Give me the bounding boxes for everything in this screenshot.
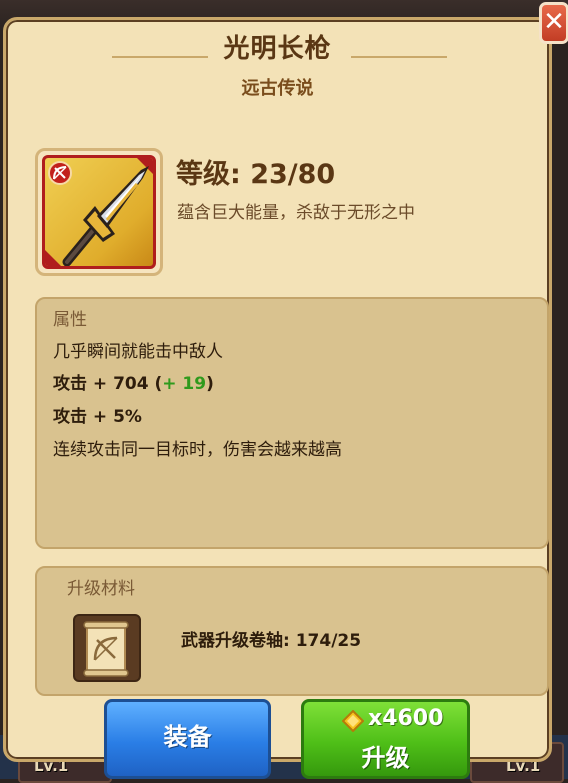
- item-description: 蕴含巨大能量，杀敌于无形之中: [177, 203, 415, 223]
- title-divider: [112, 56, 208, 58]
- gem-icon: [342, 710, 364, 732]
- attribute-line: 攻击 + 5%: [53, 402, 142, 427]
- item-icon-frame: [35, 148, 163, 276]
- attribute-text: 连续攻击同一目标时，伤害会越来越高: [53, 440, 342, 460]
- bow-class-icon: [48, 161, 72, 185]
- attribute-text: 攻击 + 5%: [53, 407, 142, 427]
- upgrade-cost: x4600: [368, 706, 444, 731]
- attribute-text: 几乎瞬间就能击中敌人: [53, 342, 223, 362]
- title-row: 光明长枪: [6, 28, 549, 65]
- bow-scroll-icon[interactable]: [73, 614, 141, 682]
- close-button[interactable]: ✕: [539, 2, 568, 44]
- item-rarity: 远古传说: [241, 78, 314, 99]
- attributes-panel: 属性 几乎瞬间就能击中敌人 攻击 + 704 (+ 19) 攻击 + 5% 连续…: [35, 297, 549, 549]
- attribute-text: 攻击 + 704 (: [53, 374, 163, 394]
- attribute-line: 攻击 + 704 (+ 19): [53, 369, 214, 394]
- upgrade-button[interactable]: x4600 升级: [301, 699, 470, 779]
- attribute-bonus: + 19: [162, 374, 207, 394]
- upgrade-button-label: 升级: [361, 744, 410, 772]
- item-title: 光明长枪: [223, 34, 332, 64]
- title-divider: [351, 56, 447, 58]
- item-detail-panel: 光明长枪 远古传说 等级: 23/80 蕴含巨大能量，杀敌于无形之中 属性 几乎…: [3, 17, 552, 762]
- attribute-text-close: ): [206, 374, 214, 394]
- spear-weapon-icon: [42, 155, 156, 269]
- material-count: 武器升级卷轴: 174/25: [181, 631, 362, 651]
- attribute-line: 连续攻击同一目标时，伤害会越来越高: [53, 435, 342, 460]
- materials-header: 升级材料: [67, 579, 135, 599]
- materials-panel: 升级材料 武器升级卷轴: 174/25: [35, 566, 549, 696]
- equip-button-label: 装备: [163, 723, 212, 751]
- item-level: 等级: 23/80: [176, 159, 336, 190]
- equip-button[interactable]: 装备: [104, 699, 271, 779]
- attributes-header: 属性: [53, 310, 87, 330]
- close-icon: ✕: [543, 7, 565, 37]
- attribute-line: 几乎瞬间就能击中敌人: [53, 337, 223, 362]
